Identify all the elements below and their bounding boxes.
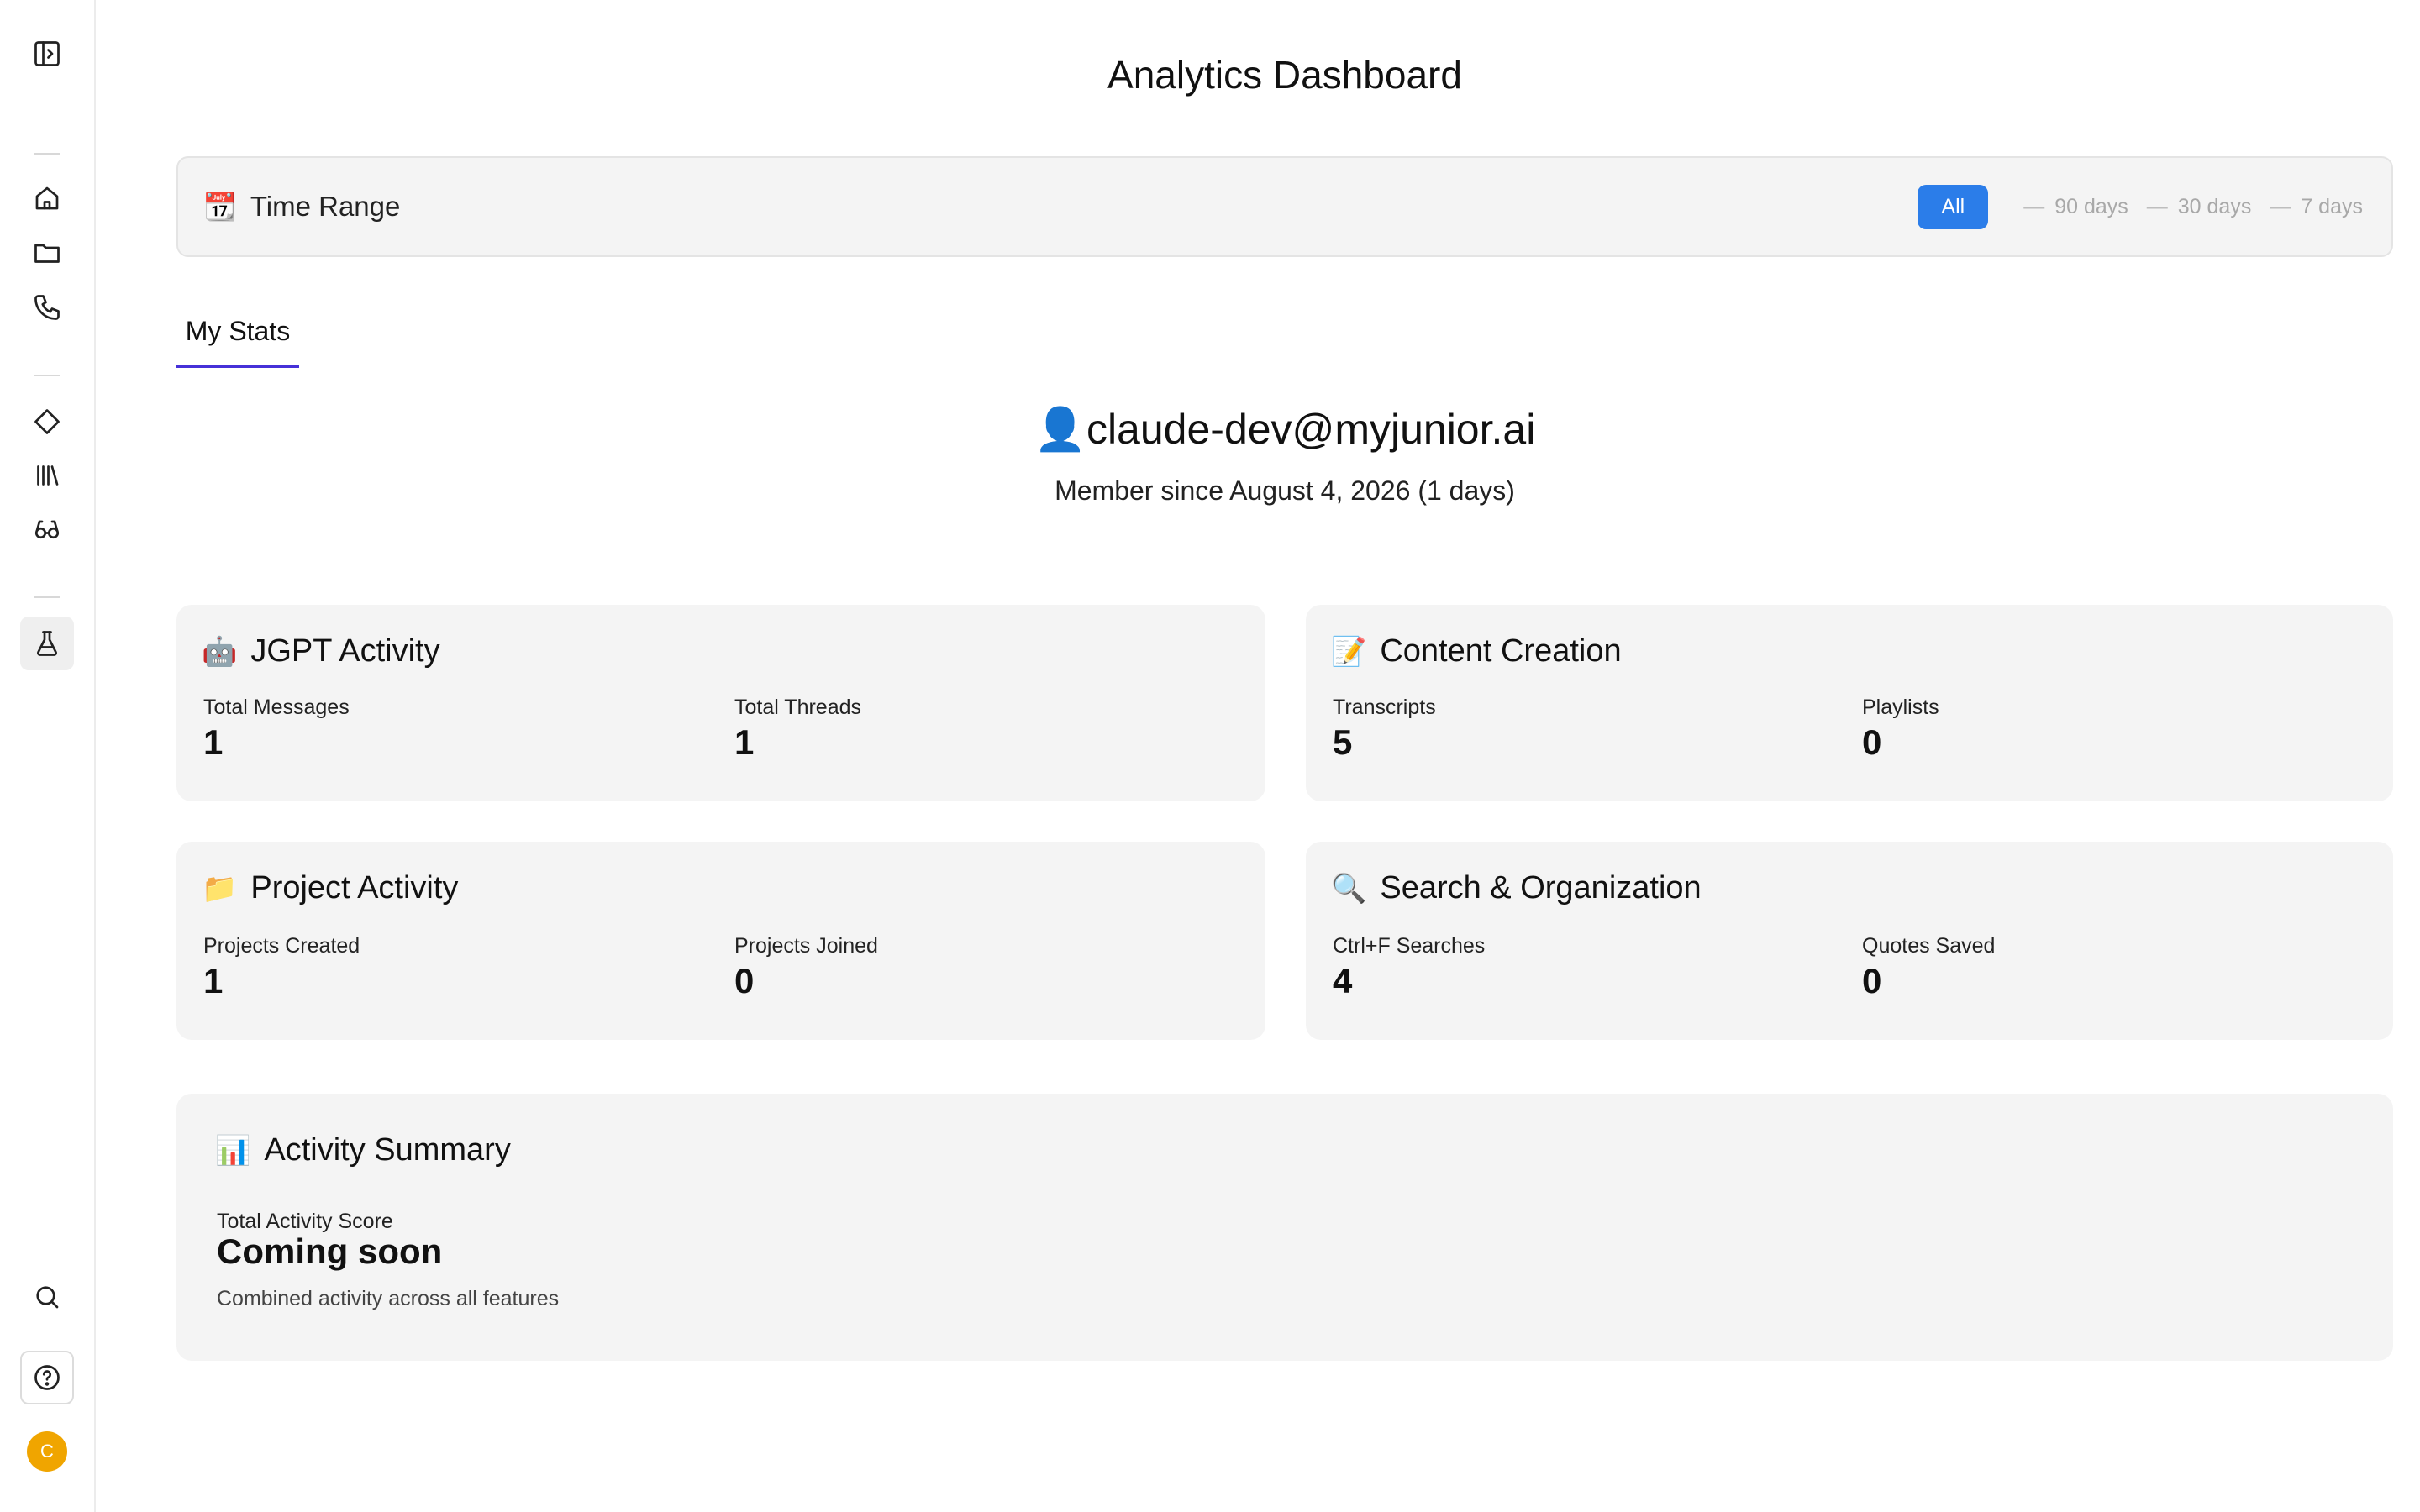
stat-value: 0 <box>1862 722 1882 762</box>
stat-label: Transcripts <box>1333 696 1436 719</box>
home-icon <box>35 186 59 210</box>
card-title-text: Project Activity <box>250 870 459 906</box>
time-range-90-days[interactable]: — 90 days <box>2023 195 2128 219</box>
bar-chart-icon: 📊 <box>215 1134 251 1167</box>
card-title-text: Activity Summary <box>264 1132 511 1168</box>
time-range-30-days[interactable]: — 30 days <box>2147 195 2252 219</box>
sidebar-divider <box>34 153 60 155</box>
stat-value: 0 <box>734 961 755 1000</box>
time-range-option-label: 90 days <box>2054 194 2128 218</box>
time-range-options: All — 90 days — 30 days — 7 days <box>1918 184 2363 229</box>
time-range-7-days[interactable]: — 7 days <box>2270 195 2363 219</box>
sidebar-item-review[interactable] <box>20 502 74 556</box>
stat-value: 1 <box>734 722 755 762</box>
user-email: 👤claude-dev@myjunior.ai <box>96 405 2420 454</box>
stat-value: 0 <box>1862 961 1882 1000</box>
library-icon <box>37 465 59 486</box>
user-icon: 👤 <box>1034 406 1086 453</box>
time-range-bar: 📆 Time Range All — 90 days — 30 days — 7 da… <box>176 156 2393 257</box>
glasses-icon <box>34 520 60 539</box>
stat-value: 4 <box>1333 961 1353 1000</box>
sidebar-item-library[interactable] <box>20 449 74 502</box>
folder-icon <box>34 244 60 263</box>
card-title-text: Content Creation <box>1380 633 1622 669</box>
toggle-sidebar-button[interactable] <box>20 27 74 81</box>
help-icon <box>34 1365 60 1390</box>
stat-label: Total Messages <box>203 696 350 719</box>
card-title: 🔍 Search & Organization <box>1331 870 1702 906</box>
stat-label: Ctrl+F Searches <box>1333 934 1486 958</box>
calendar-icon: 📆 <box>203 192 237 222</box>
sidebar-item-analytics[interactable] <box>20 617 74 670</box>
stat-label: Playlists <box>1862 696 1939 719</box>
stat-label: Projects Joined <box>734 934 878 958</box>
sidebar-divider <box>34 596 60 598</box>
summary-description: Combined activity across all features <box>217 1287 560 1310</box>
sidebar-item-search[interactable] <box>20 1270 74 1324</box>
stat-label: Quotes Saved <box>1862 934 1996 958</box>
user-avatar[interactable]: C <box>27 1431 67 1472</box>
summary-label: Total Activity Score <box>217 1210 393 1233</box>
member-since: Member since August 4, 2026 (1 days) <box>1055 475 1515 506</box>
page-title: Analytics Dashboard <box>1107 53 1462 97</box>
activity-summary-card: 📊 Activity Summary Total Activity Score … <box>176 1094 2393 1361</box>
magnifier-icon: 🔍 <box>1331 872 1367 905</box>
diamond-icon <box>34 409 60 434</box>
card-title-text: JGPT Activity <box>250 633 440 669</box>
help-button[interactable] <box>20 1351 74 1404</box>
sidebar-item-home[interactable] <box>20 171 74 225</box>
sidebar-item-tags[interactable] <box>20 395 74 449</box>
stat-value: 1 <box>203 722 224 762</box>
time-range-label: 📆 Time Range <box>203 191 400 223</box>
robot-icon: 🤖 <box>202 635 238 668</box>
jgpt-activity-card: 🤖 JGPT Activity Total Messages 1 Total T… <box>176 605 1265 801</box>
stat-value: 1 <box>203 961 224 1000</box>
project-activity-card: 📁 Project Activity Projects Created 1 Pr… <box>176 842 1265 1040</box>
sidebar: C <box>0 0 96 1512</box>
sidebar-divider <box>34 375 60 376</box>
card-title: 🤖 JGPT Activity <box>202 633 440 669</box>
toggle-sidebar-icon <box>34 41 60 66</box>
stat-value: 5 <box>1333 722 1353 762</box>
memo-icon: 📝 <box>1331 635 1367 668</box>
flask-icon <box>37 631 57 656</box>
card-title: 📊 Activity Summary <box>215 1132 511 1168</box>
time-range-option-label: 30 days <box>2177 194 2252 218</box>
stat-label: Projects Created <box>203 934 360 958</box>
content-creation-card: 📝 Content Creation Transcripts 5 Playlis… <box>1306 605 2393 801</box>
sidebar-item-folders[interactable] <box>20 226 74 280</box>
sidebar-item-calls[interactable] <box>20 281 74 334</box>
card-title: 📝 Content Creation <box>1331 633 1622 669</box>
user-email-text: claude-dev@myjunior.ai <box>1086 406 1536 453</box>
time-range-title: Time Range <box>250 191 401 222</box>
dash-icon: — <box>2023 194 2045 218</box>
search-icon <box>36 1286 59 1309</box>
folder-icon: 📁 <box>202 872 238 905</box>
time-range-option-label: 7 days <box>2301 194 2363 218</box>
search-organization-card: 🔍 Search & Organization Ctrl+F Searches … <box>1306 842 2393 1040</box>
time-range-all-button[interactable]: All <box>1918 184 1989 229</box>
phone-icon <box>34 295 60 320</box>
dash-icon: — <box>2270 194 2291 218</box>
dash-icon: — <box>2146 194 2168 218</box>
summary-value: Coming soon <box>217 1231 443 1271</box>
card-title: 📁 Project Activity <box>202 870 458 906</box>
stat-label: Total Threads <box>734 696 862 719</box>
tab-my-stats[interactable]: My Stats <box>176 312 299 368</box>
card-title-text: Search & Organization <box>1380 870 1702 906</box>
